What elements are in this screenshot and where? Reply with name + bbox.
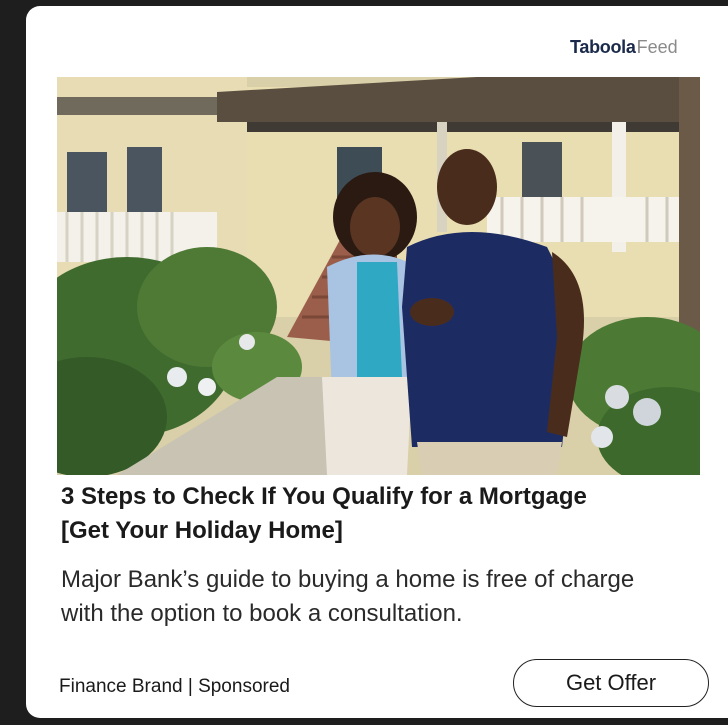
get-offer-button[interactable]: Get Offer xyxy=(513,659,709,707)
advertiser-label: Finance Brand | Sponsored xyxy=(59,676,290,697)
ad-card[interactable]: TaboolaFeed 3 Steps to Check If You Qual… xyxy=(26,6,728,718)
ad-headline[interactable]: 3 Steps to Check If You Qualify for a Mo… xyxy=(61,480,621,548)
feed-label: Feed xyxy=(636,37,678,57)
ad-description[interactable]: Major Bank’s guide to buying a home is f… xyxy=(61,563,681,631)
taboola-feed-logo[interactable]: TaboolaFeed xyxy=(570,36,678,58)
couple-in-front-of-house-photo xyxy=(57,77,700,475)
ad-image[interactable] xyxy=(57,77,700,475)
taboola-logo: Taboola xyxy=(570,37,636,57)
